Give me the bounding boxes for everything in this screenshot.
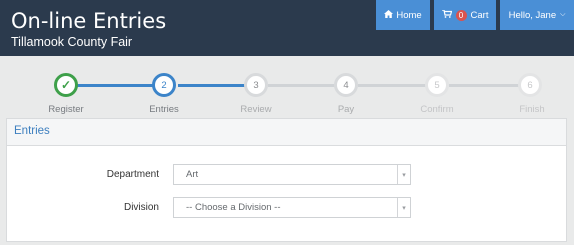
step-connector [268, 84, 344, 87]
division-label: Division [123, 202, 159, 213]
step-finish-number: 6 [518, 73, 542, 97]
cart-label: Cart [470, 9, 489, 21]
step-connector [66, 84, 164, 87]
step-review-number: 3 [244, 73, 268, 97]
step-confirm-number: 5 [425, 73, 449, 97]
step-pay-number: 4 [334, 73, 358, 97]
home-label: Home [396, 9, 422, 21]
entries-panel: Entries Department Art ▾ Division -- Cho… [6, 118, 567, 242]
cart-icon [441, 9, 452, 20]
user-greeting: Hello, Jane [508, 9, 557, 21]
department-label: Department [106, 169, 159, 180]
step-entries-number[interactable]: 2 [152, 73, 176, 97]
user-menu-button[interactable]: Hello, Jane ⌵ [500, 0, 574, 30]
step-connector [178, 84, 254, 87]
step-confirm-label: Confirm [420, 104, 454, 115]
home-icon [384, 10, 394, 20]
chevron-down-icon: ⌵ [560, 11, 566, 18]
chevron-down-icon: ▾ [397, 165, 410, 184]
division-value: -- Choose a Division -- [186, 202, 281, 213]
cart-button[interactable]: 0 Cart [434, 0, 496, 30]
cart-count-badge: 0 [455, 9, 467, 21]
step-register-label: Register [48, 104, 84, 115]
department-select[interactable]: Art ▾ [173, 164, 411, 185]
chevron-down-icon: ▾ [397, 198, 410, 217]
division-select[interactable]: -- Choose a Division -- ▾ [173, 197, 411, 218]
home-button[interactable]: Home [376, 0, 430, 30]
app-header: On-line Entries Tillamook County Fair Ho… [0, 0, 574, 56]
step-review-label: Review [240, 104, 272, 115]
department-value: Art [186, 169, 199, 180]
panel-title: Entries [14, 125, 50, 137]
step-register-checkmark-icon[interactable]: ✓ [54, 73, 78, 97]
wizard-steps: ✓ 2 3 4 5 6 Register Entries Review Pay … [6, 60, 572, 120]
step-entries-label: Entries [149, 104, 179, 115]
panel-header: Entries [7, 119, 566, 146]
step-finish-label: Finish [519, 104, 545, 115]
step-pay-label: Pay [337, 104, 355, 115]
step-connector [449, 84, 528, 87]
step-connector [358, 84, 435, 87]
app-subtitle: Tillamook County Fair [11, 35, 133, 49]
app-title: On-line Entries [11, 9, 167, 33]
